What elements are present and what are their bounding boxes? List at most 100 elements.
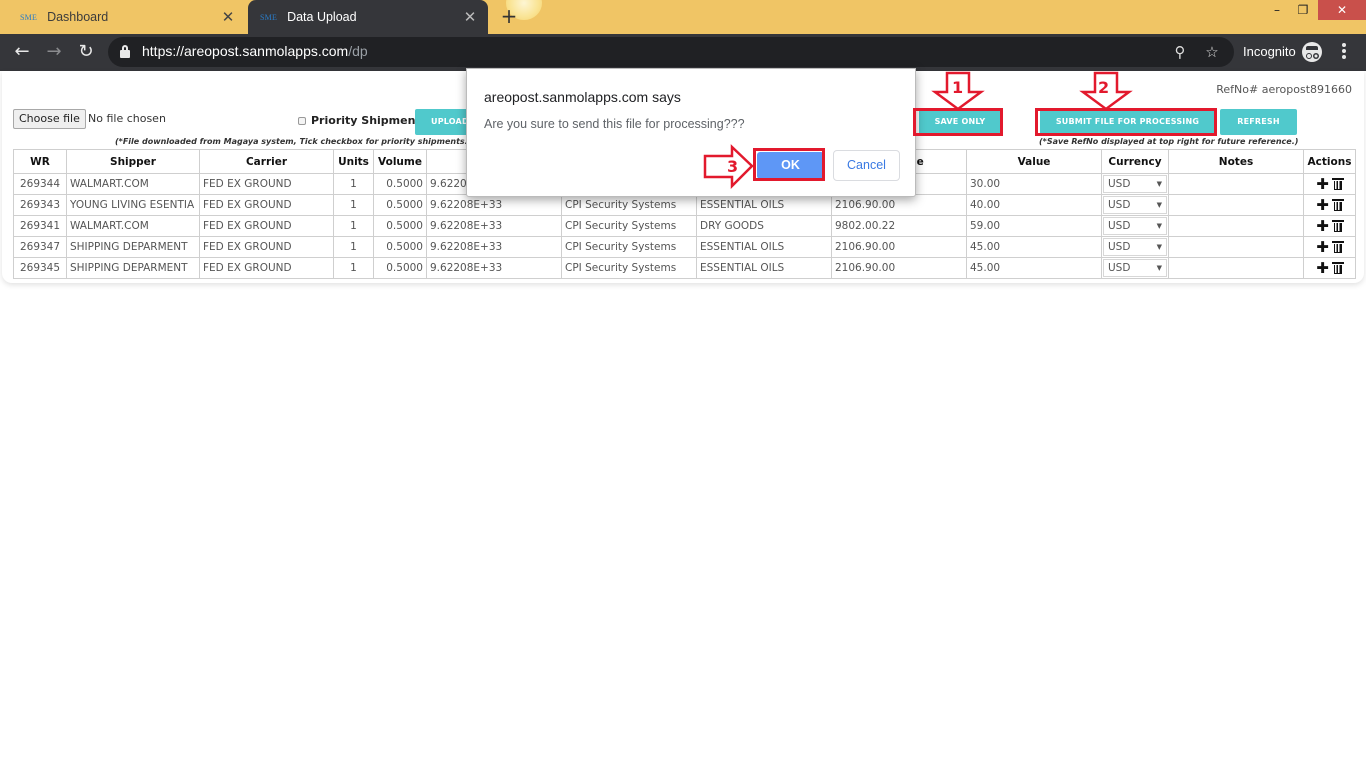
sme-favicon-icon: SME xyxy=(20,12,38,22)
cell-wr: 269347 xyxy=(13,236,67,258)
tab-strip: SME Dashboard ✕ SME Data Upload ✕ + – ❐ … xyxy=(0,0,1366,34)
add-row-icon[interactable]: ✚ xyxy=(1316,177,1329,192)
cell-notes[interactable] xyxy=(1168,257,1304,279)
trash-icon[interactable] xyxy=(1331,178,1344,190)
tab-title: Dashboard xyxy=(47,10,109,24)
priority-checkbox[interactable] xyxy=(298,116,306,125)
currency-select[interactable]: USD ▼ xyxy=(1103,196,1167,214)
ref-number: RefNo# aeropost891660 xyxy=(1216,83,1352,96)
cell-description: ESSENTIAL OILS xyxy=(696,257,832,279)
cell-currency: USD ▼ xyxy=(1101,257,1169,279)
choose-file-button[interactable]: Choose file xyxy=(13,109,86,129)
reload-icon[interactable]: ↻ xyxy=(74,40,98,64)
currency-select[interactable]: USD ▼ xyxy=(1103,259,1167,277)
add-row-icon[interactable]: ✚ xyxy=(1316,219,1329,234)
table-row: 269343 YOUNG LIVING ESENTIA FED EX GROUND 1… xyxy=(13,194,1356,216)
cell-carrier: FED EX GROUND xyxy=(199,215,334,237)
cell-volume: 0.5000 xyxy=(373,257,427,279)
tab-title: Data Upload xyxy=(287,10,357,24)
dropdown-arrow-icon: ▼ xyxy=(1156,264,1162,272)
column-header-carrier: Carrier xyxy=(199,149,334,174)
forward-arrow-icon[interactable]: → xyxy=(42,40,66,64)
highlight-ok xyxy=(753,148,825,181)
cell-actions: ✚ xyxy=(1303,215,1356,237)
cell-shipper: SHIPPING DEPARMENT xyxy=(66,257,200,279)
url-text[interactable]: https://areopost.sanmolapps.com/dp xyxy=(142,43,368,59)
column-header-value: Value xyxy=(966,149,1102,174)
file-hint: (*File downloaded from Magaya system, Ti… xyxy=(115,137,472,146)
cell-volume: 0.5000 xyxy=(373,173,427,195)
cell-notes[interactable] xyxy=(1168,173,1304,195)
cell-notes[interactable] xyxy=(1168,236,1304,258)
refresh-button[interactable]: REFRESH xyxy=(1220,109,1297,135)
cell-consignee: CPI Security Systems xyxy=(561,215,697,237)
dropdown-arrow-icon: ▼ xyxy=(1156,180,1162,188)
navigation-bar: ← → ↻ https://areopost.sanmolapps.com/dp… xyxy=(0,34,1366,71)
cell-hs-code: 9802.00.22 xyxy=(831,215,967,237)
dropdown-arrow-icon: ▼ xyxy=(1156,222,1162,230)
column-header-volume: Volume xyxy=(373,149,427,174)
cell-wr: 269344 xyxy=(13,173,67,195)
cell-volume: 0.5000 xyxy=(373,194,427,216)
currency-select[interactable]: USD ▼ xyxy=(1103,217,1167,235)
step-2-label: 2 xyxy=(1098,78,1110,97)
trash-icon[interactable] xyxy=(1331,262,1344,274)
add-row-icon[interactable]: ✚ xyxy=(1316,198,1329,213)
dialog-message: Are you sure to send this file for proce… xyxy=(484,117,745,131)
url-host: https://areopost.sanmolapps.com xyxy=(142,43,349,59)
table-row: 269341 WALMART.COM FED EX GROUND 1 0.5000 9.6… xyxy=(13,215,1356,237)
priority-label: Priority Shipments xyxy=(311,114,428,127)
confirm-dialog: areopost.sanmolapps.com says Are you sur… xyxy=(466,68,916,197)
tab-data-upload[interactable]: SME Data Upload ✕ xyxy=(248,0,488,34)
cell-actions: ✚ xyxy=(1303,257,1356,279)
cell-currency: USD ▼ xyxy=(1101,236,1169,258)
trash-icon[interactable] xyxy=(1331,220,1344,232)
cell-carrier: FED EX GROUND xyxy=(199,194,334,216)
new-tab-button[interactable]: + xyxy=(497,4,521,28)
cell-tracking: 9.62208E+33 xyxy=(426,236,562,258)
upload-button[interactable]: UPLOAD xyxy=(415,109,471,135)
address-bar[interactable]: https://areopost.sanmolapps.com/dp ⚲ ☆ xyxy=(108,37,1234,67)
cell-shipper: SHIPPING DEPARMENT xyxy=(66,236,200,258)
cell-wr: 269345 xyxy=(13,257,67,279)
cell-hs-code: 2106.90.00 xyxy=(831,257,967,279)
cell-units: 1 xyxy=(333,257,374,279)
cell-units: 1 xyxy=(333,215,374,237)
kebab-menu-icon[interactable] xyxy=(1338,42,1350,62)
currency-value: USD xyxy=(1108,262,1131,274)
currency-select[interactable]: USD ▼ xyxy=(1103,238,1167,256)
cell-value: 45.00 xyxy=(966,257,1102,279)
cell-tracking: 9.62208E+33 xyxy=(426,194,562,216)
cell-notes[interactable] xyxy=(1168,194,1304,216)
close-window-button[interactable]: ✕ xyxy=(1318,0,1366,20)
cell-currency: USD ▼ xyxy=(1101,194,1169,216)
cell-consignee: CPI Security Systems xyxy=(561,236,697,258)
cell-shipper: YOUNG LIVING ESENTIA xyxy=(66,194,200,216)
currency-select[interactable]: USD ▼ xyxy=(1103,175,1167,193)
dropdown-arrow-icon: ▼ xyxy=(1156,201,1162,209)
tab-dashboard[interactable]: SME Dashboard ✕ xyxy=(0,0,246,34)
add-row-icon[interactable]: ✚ xyxy=(1316,261,1329,276)
close-tab-icon[interactable]: ✕ xyxy=(458,8,482,26)
url-path: /dp xyxy=(348,43,368,59)
currency-value: USD xyxy=(1108,220,1131,232)
cell-notes[interactable] xyxy=(1168,215,1304,237)
cell-currency: USD ▼ xyxy=(1101,173,1169,195)
currency-value: USD xyxy=(1108,178,1131,190)
close-tab-icon[interactable]: ✕ xyxy=(216,8,240,26)
cell-units: 1 xyxy=(333,236,374,258)
currency-value: USD xyxy=(1108,199,1131,211)
priority-shipments-toggle[interactable]: Priority Shipments xyxy=(298,114,427,127)
incognito-icon[interactable] xyxy=(1302,42,1322,62)
bookmark-star-icon[interactable]: ☆ xyxy=(1202,42,1222,62)
cell-currency: USD ▼ xyxy=(1101,215,1169,237)
trash-icon[interactable] xyxy=(1331,199,1344,211)
dialog-cancel-button[interactable]: Cancel xyxy=(833,150,900,181)
add-row-icon[interactable]: ✚ xyxy=(1316,240,1329,255)
zoom-out-icon[interactable]: ⚲ xyxy=(1170,42,1190,62)
step-1-label: 1 xyxy=(952,78,964,97)
cell-shipper: WALMART.COM xyxy=(66,215,200,237)
sme-favicon-icon: SME xyxy=(260,12,278,22)
back-arrow-icon[interactable]: ← xyxy=(10,40,34,64)
trash-icon[interactable] xyxy=(1331,241,1344,253)
